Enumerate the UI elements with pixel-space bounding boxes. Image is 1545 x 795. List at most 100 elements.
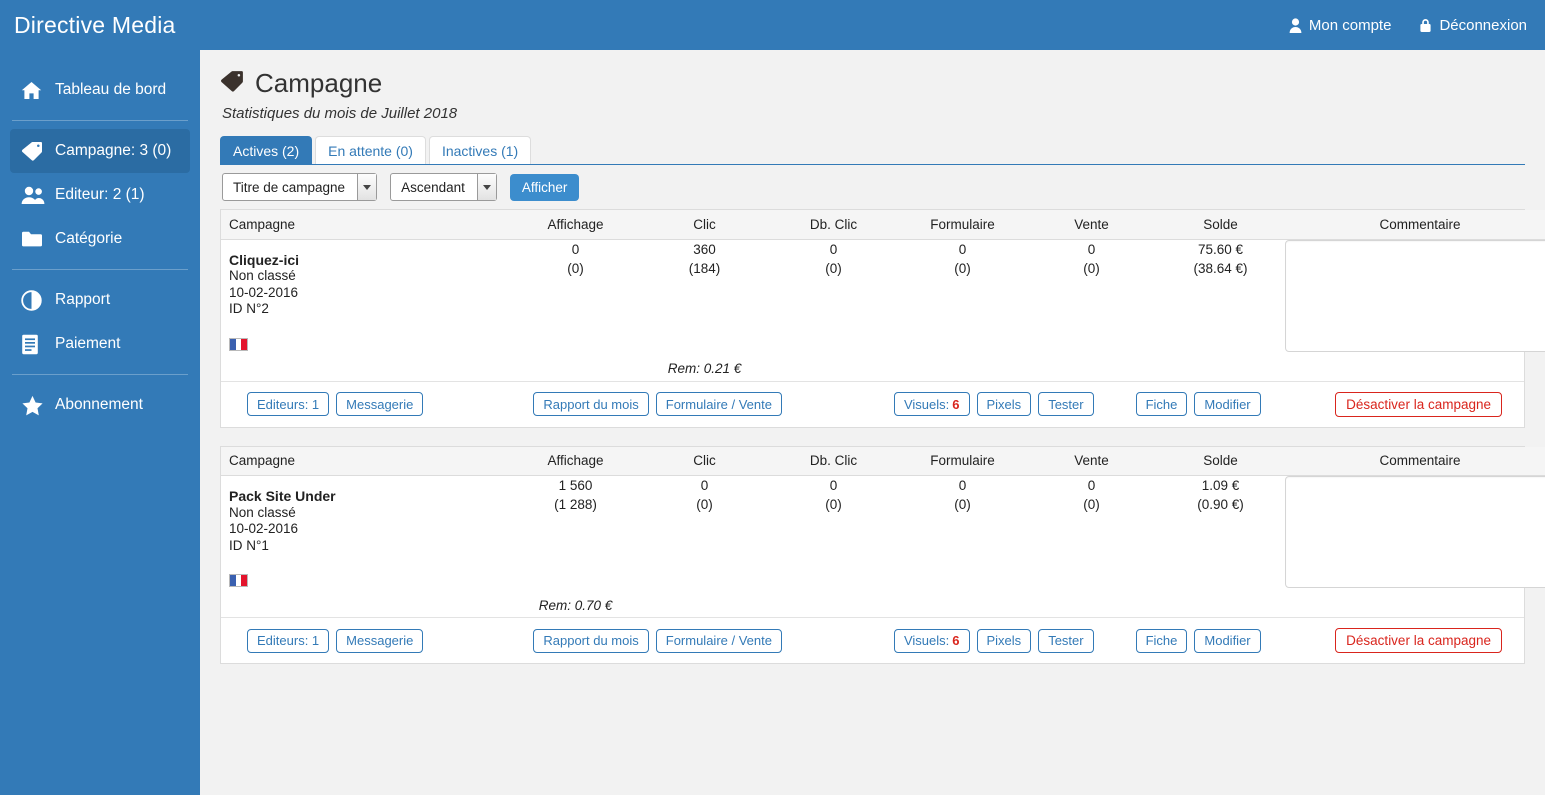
fiche-button[interactable]: Fiche xyxy=(1135,628,1188,653)
campaign-actions: Editeurs: 1 Messagerie Rapport du mois F… xyxy=(221,380,1524,427)
affichage-cell: 0 (0) xyxy=(511,239,640,357)
comment-textarea[interactable] xyxy=(1285,476,1545,588)
rem-value: Rem: 0.21 € xyxy=(667,361,742,376)
top-nav: Mon compte Déconnexion xyxy=(1289,17,1545,34)
vente-value: 0 xyxy=(1087,478,1096,493)
table-row: Cliquez-ici Non classé 10-02-2016 ID N°2… xyxy=(221,239,1545,357)
pixels-button[interactable]: Pixels xyxy=(976,628,1032,653)
desactiver-campagne-button[interactable]: Désactiver la campagne xyxy=(1335,391,1502,417)
editeurs-button[interactable]: Editeurs: 1 xyxy=(247,392,330,416)
home-icon xyxy=(21,81,49,100)
th-vente: Vente xyxy=(1027,210,1156,240)
campaign-category: Non classé xyxy=(229,504,296,520)
sort-field-select[interactable]: Titre de campagne xyxy=(222,173,378,201)
campaign-date: 10-02-2016 xyxy=(229,521,299,536)
sort-order-value: Ascendant xyxy=(401,179,465,195)
table-header-row: Campagne Affichage Clic Db. Clic Formula… xyxy=(221,210,1545,240)
campaign-info-cell: Pack Site Under Non classé 10-02-2016 ID… xyxy=(221,476,511,594)
tester-button[interactable]: Tester xyxy=(1038,392,1094,416)
rapport-du-mois-button[interactable]: Rapport du mois xyxy=(533,392,649,416)
tester-button[interactable]: Tester xyxy=(1038,628,1094,653)
fr-flag-icon xyxy=(229,574,248,587)
formulaire-vente-button[interactable]: Formulaire / Vente xyxy=(655,392,782,416)
table-row: Pack Site Under Non classé 10-02-2016 ID… xyxy=(221,476,1545,594)
sidebar-label: Abonnement xyxy=(55,396,143,413)
campaign-actions: Editeurs: 1 Messagerie Rapport du mois F… xyxy=(221,617,1524,663)
db-clic-sub: (0) xyxy=(825,497,842,512)
campaign-panel: Campagne Affichage Clic Db. Clic Formula… xyxy=(220,209,1545,428)
brand-logo[interactable]: Directive Media xyxy=(0,12,200,39)
campaign-panel: Campagne Affichage Clic Db. Clic Formula… xyxy=(220,445,1545,664)
vente-cell: 0 (0) xyxy=(1027,476,1156,594)
tab-actives[interactable]: Actives (2) xyxy=(220,136,313,164)
sidebar-item-paiement[interactable]: Paiement xyxy=(10,322,190,366)
vente-sub: (0) xyxy=(1083,260,1100,276)
my-account-link[interactable]: Mon compte xyxy=(1289,16,1392,34)
sidebar-divider xyxy=(12,374,188,375)
my-account-label: Mon compte xyxy=(1308,16,1392,34)
affichage-sub: (1 288) xyxy=(554,497,597,512)
pixels-button[interactable]: Pixels xyxy=(976,392,1032,416)
tag-icon xyxy=(220,68,244,99)
tab-en-attente[interactable]: En attente (0) xyxy=(315,136,426,164)
solde-sub: (0.90 €) xyxy=(1197,497,1244,512)
th-affichage: Affichage xyxy=(511,210,640,240)
afficher-button[interactable]: Afficher xyxy=(509,173,580,201)
logout-link[interactable]: Déconnexion xyxy=(1419,17,1527,34)
th-clic: Clic xyxy=(640,210,769,240)
solde-cell: 75.60 € (38.64 €) xyxy=(1156,239,1285,357)
db-clic-value: 0 xyxy=(829,478,838,493)
th-commentaire: Commentaire xyxy=(1285,210,1545,240)
formulaire-sub: (0) xyxy=(954,497,971,512)
desactiver-campagne-button[interactable]: Désactiver la campagne xyxy=(1335,628,1502,653)
campaign-title: Pack Site Under xyxy=(229,488,336,504)
sidebar-item-rapport[interactable]: Rapport xyxy=(10,278,190,322)
visuels-button[interactable]: Visuels: 6 xyxy=(893,628,970,653)
sidebar-item-editeur[interactable]: Editeur: 2 (1) xyxy=(10,173,190,217)
chevron-down-icon xyxy=(357,174,377,200)
campaign-table: Campagne Affichage Clic Db. Clic Formula… xyxy=(221,210,1545,381)
document-icon xyxy=(21,334,49,355)
sidebar-label: Campagne: 3 (0) xyxy=(55,142,172,159)
editeurs-button[interactable]: Editeurs: 1 xyxy=(247,628,330,653)
comment-textarea[interactable] xyxy=(1285,239,1545,352)
visuels-button[interactable]: Visuels: 6 xyxy=(893,392,970,416)
formulaire-vente-button[interactable]: Formulaire / Vente xyxy=(655,628,782,653)
users-icon xyxy=(21,186,49,205)
campaign-status-tabs: Actives (2) En attente (0) Inactives (1) xyxy=(220,136,1525,165)
vente-cell: 0 (0) xyxy=(1027,239,1156,357)
user-icon xyxy=(1289,17,1302,33)
rapport-du-mois-button[interactable]: Rapport du mois xyxy=(533,628,649,653)
logout-label: Déconnexion xyxy=(1439,16,1527,34)
th-vente: Vente xyxy=(1027,446,1156,476)
campaign-date: 10-02-2016 xyxy=(229,284,299,300)
modifier-button[interactable]: Modifier xyxy=(1194,628,1261,653)
folder-icon xyxy=(21,230,49,248)
th-campagne: Campagne xyxy=(221,446,511,476)
solde-value: 75.60 € xyxy=(1197,241,1244,257)
tab-inactives[interactable]: Inactives (1) xyxy=(428,136,532,164)
rem-value: Rem: 0.70 € xyxy=(538,597,613,613)
sidebar-item-campagne[interactable]: Campagne: 3 (0) xyxy=(10,129,190,173)
affichage-cell: 1 560 (1 288) xyxy=(511,476,640,594)
clic-sub: (184) xyxy=(688,260,721,276)
sort-order-select[interactable]: Ascendant xyxy=(390,173,497,201)
commentaire-cell xyxy=(1285,239,1545,357)
campaign-id: ID N°1 xyxy=(229,537,269,553)
sidebar-label: Rapport xyxy=(55,291,111,308)
rem-row: Rem: 0.21 € xyxy=(221,357,1545,381)
pie-chart-icon xyxy=(21,289,49,311)
modifier-button[interactable]: Modifier xyxy=(1194,392,1261,416)
tag-icon xyxy=(21,141,49,161)
sidebar-item-categorie[interactable]: Catégorie xyxy=(10,217,190,261)
db-clic-value: 0 xyxy=(829,241,838,257)
fiche-button[interactable]: Fiche xyxy=(1135,392,1188,416)
table-header-row: Campagne Affichage Clic Db. Clic Formula… xyxy=(221,446,1545,476)
messagerie-button[interactable]: Messagerie xyxy=(336,392,424,416)
sidebar-item-abonnement[interactable]: Abonnement xyxy=(10,383,190,427)
messagerie-button[interactable]: Messagerie xyxy=(336,628,424,653)
sidebar-item-tableau-de-bord[interactable]: Tableau de bord xyxy=(10,68,190,112)
th-solde: Solde xyxy=(1156,210,1285,240)
visuels-label: Visuels: xyxy=(903,396,950,412)
star-icon xyxy=(21,395,49,416)
